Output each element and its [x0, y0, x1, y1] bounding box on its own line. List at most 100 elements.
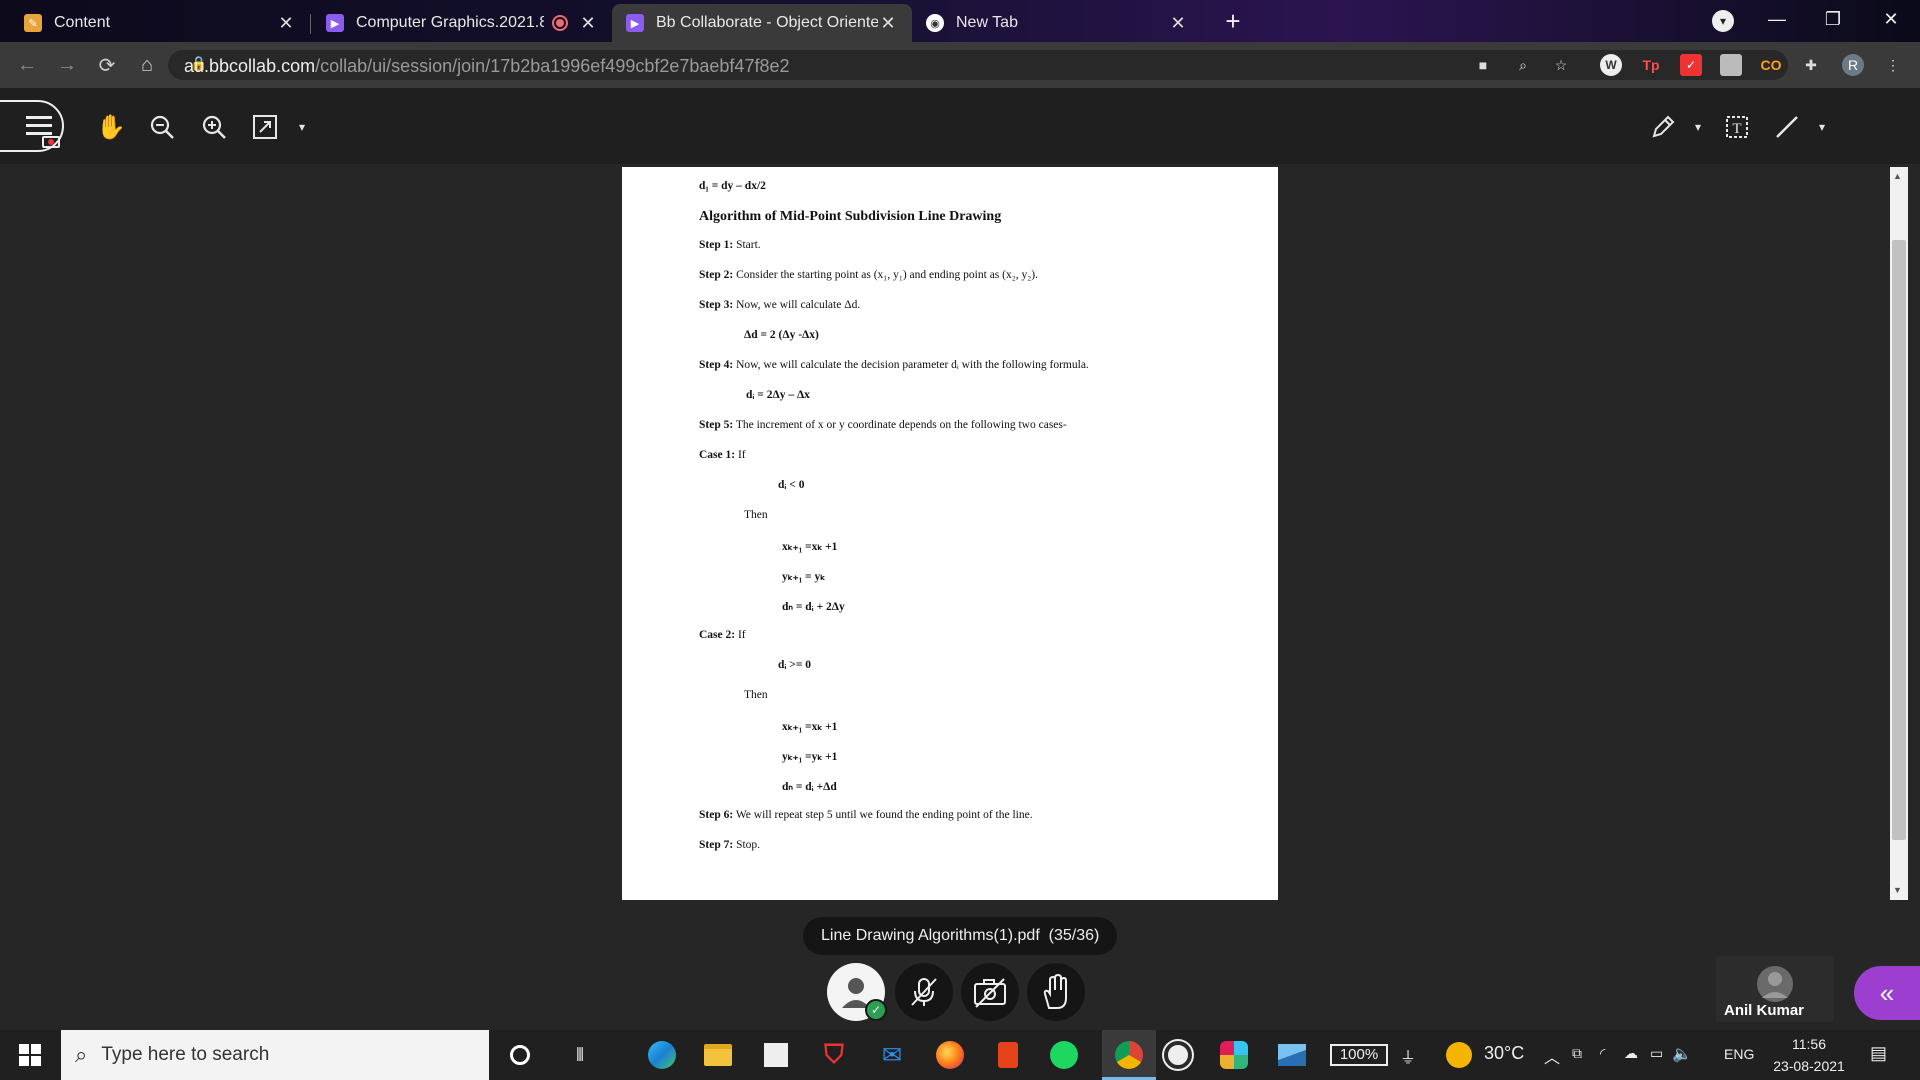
my-status-button[interactable]: ✓ [827, 963, 887, 1021]
clock-date[interactable]: 23-08-2021 [1766, 1058, 1852, 1074]
photos-icon[interactable] [1276, 1039, 1308, 1071]
taskbar-search-box[interactable]: ⌕ Type here to search [61, 1030, 489, 1080]
spotify-icon[interactable] [1048, 1039, 1080, 1071]
extension-shield-icon[interactable]: ✓ [1680, 54, 1702, 76]
minimize-button[interactable]: — [1750, 0, 1804, 38]
text-tool-icon[interactable]: T [1722, 112, 1752, 142]
scroll-down-icon[interactable]: ▼ [1893, 885, 1902, 895]
collaborate-toolbar: ✋ ▾ ▾ T ▾ [0, 88, 1920, 164]
page-counter: (35/36) [1048, 927, 1100, 944]
mail-icon[interactable]: ✉ [876, 1039, 908, 1071]
url-text[interactable]: au.bbcollab.com/collab/ui/session/join/1… [184, 51, 789, 81]
extension-co-icon[interactable]: CO [1760, 54, 1782, 76]
document-line-text: The increment of x or y coordinate depen… [733, 419, 1067, 431]
file-explorer-icon[interactable] [702, 1039, 734, 1071]
document-line-text: Then [744, 689, 768, 701]
store-icon[interactable] [760, 1039, 792, 1071]
pen-tool-icon[interactable] [1648, 112, 1678, 142]
tab-content[interactable]: ✎ Content ✕ [10, 4, 311, 42]
slack-icon[interactable] [1218, 1039, 1250, 1071]
extension-user-icon[interactable] [1720, 54, 1742, 76]
tab-new-tab[interactable]: ◉ New Tab ✕ [912, 4, 1202, 42]
document-line-bold: xₖ₊₁ =xₖ +1 [782, 541, 838, 553]
camera-button[interactable] [961, 963, 1019, 1021]
tab-search-icon[interactable]: ▾ [1712, 10, 1734, 32]
reload-icon[interactable]: ⟳ [92, 50, 122, 80]
fit-dropdown-icon[interactable]: ▾ [294, 120, 310, 134]
extension-w-icon[interactable]: W [1600, 54, 1622, 76]
fit-page-icon[interactable] [250, 112, 280, 142]
zoom-out-icon[interactable] [147, 112, 177, 142]
meet-now-icon[interactable]: ⧉ [1572, 1045, 1582, 1062]
battery-indicator[interactable]: 100% [1330, 1044, 1388, 1066]
extensions-puzzle-icon[interactable]: ✚ [1800, 54, 1822, 76]
document-line: Step 3: Now, we will calculate Δd. [699, 299, 860, 311]
forward-arrow-icon[interactable]: → [52, 50, 82, 80]
browser-menu-icon[interactable]: ⋮ [1882, 54, 1904, 76]
firefox-icon[interactable] [934, 1039, 966, 1071]
temperature-label[interactable]: 30°C [1484, 1043, 1524, 1064]
zoom-icon[interactable]: ⌕ [1512, 54, 1534, 76]
camera-icon[interactable]: ■ [1472, 54, 1494, 76]
play-icon: ▶ [626, 14, 644, 32]
bookmark-star-icon[interactable]: ☆ [1550, 54, 1572, 76]
line-tool-icon[interactable] [1772, 112, 1802, 142]
document-line: Step 5: The increment of x or y coordina… [699, 419, 1067, 431]
notifications-icon[interactable]: ▤ [1870, 1043, 1887, 1064]
tab-title: Bb Collaborate - Object Oriented [656, 14, 878, 31]
close-icon[interactable]: ✕ [276, 13, 296, 34]
line-dropdown-icon[interactable]: ▾ [1814, 120, 1830, 134]
tab-title: Computer Graphics.2021.85. [356, 14, 544, 31]
tab-bb-collaborate[interactable]: ▶ Bb Collaborate - Object Oriented ✕ [612, 4, 912, 42]
tab-computer-graphics[interactable]: ▶ Computer Graphics.2021.85. ✕ [312, 4, 613, 42]
volume-icon[interactable]: 🔈 [1672, 1044, 1692, 1064]
document-line: d₁ = dy – dx/2 [699, 180, 766, 192]
document-line: Step 7: Stop. [699, 839, 760, 851]
document-line: Step 1: Start. [699, 239, 761, 251]
session-menu-button[interactable] [0, 100, 64, 152]
scrollbar-thumb[interactable] [1892, 240, 1906, 840]
mcafee-icon[interactable]: ⛉ [818, 1039, 850, 1071]
extension-tp-icon[interactable]: Tp [1640, 54, 1662, 76]
windows-start-icon[interactable] [14, 1039, 46, 1071]
document-line-text: If [735, 629, 746, 641]
chrome-taskbar-item[interactable] [1102, 1030, 1156, 1080]
document-line-bold: Step 4: [699, 359, 734, 371]
profile-avatar[interactable]: R [1842, 54, 1864, 76]
language-indicator[interactable]: ENG [1724, 1046, 1754, 1062]
close-window-button[interactable]: ✕ [1864, 0, 1918, 38]
edge-icon[interactable] [646, 1039, 678, 1071]
raise-hand-button[interactable] [1027, 963, 1085, 1021]
document-line: dᵢ >= 0 [778, 659, 811, 671]
shared-document-page: d₁ = dy – dx/2 Algorithm of Mid-Point Sub… [622, 167, 1278, 900]
wifi-icon[interactable]: ◜ [1600, 1045, 1605, 1062]
pan-hand-icon[interactable]: ✋ [96, 112, 126, 142]
pencil-icon: ✎ [24, 14, 42, 32]
restore-button[interactable]: ❐ [1806, 0, 1860, 38]
pen-dropdown-icon[interactable]: ▾ [1690, 120, 1706, 134]
document-line: dᵢ < 0 [778, 479, 805, 491]
weather-sun-icon[interactable] [1446, 1042, 1472, 1068]
task-view-icon[interactable]: ⫴ [564, 1039, 596, 1071]
close-icon[interactable]: ✕ [1168, 13, 1188, 34]
microphone-button[interactable] [895, 963, 953, 1021]
whatsapp-icon[interactable] [1162, 1039, 1194, 1071]
power-icon[interactable]: ▭ [1650, 1045, 1663, 1062]
document-line: Case 2: If [699, 629, 746, 641]
document-line-bold: Δd = 2 (Δy -Δx) [744, 329, 819, 341]
scroll-up-icon[interactable]: ▲ [1893, 171, 1902, 181]
new-tab-button[interactable]: + [1218, 6, 1248, 36]
home-icon[interactable]: ⌂ [132, 50, 162, 80]
zoom-in-icon[interactable] [199, 112, 229, 142]
document-line-text: We will repeat step 5 until we found the… [733, 809, 1033, 821]
document-line-bold: Step 2: [699, 269, 734, 281]
network-icon[interactable]: ☁ [1624, 1045, 1638, 1062]
back-arrow-icon[interactable]: ← [12, 50, 42, 80]
collaborate-panel-toggle[interactable]: « [1854, 966, 1920, 1020]
cortana-icon[interactable] [504, 1039, 536, 1071]
office-icon[interactable] [992, 1039, 1024, 1071]
close-icon[interactable]: ✕ [578, 13, 598, 34]
clock-time[interactable]: 11:56 [1770, 1036, 1848, 1052]
close-icon[interactable]: ✕ [878, 13, 898, 34]
tray-chevron-up-icon[interactable]: ︿ [1544, 1044, 1560, 1068]
